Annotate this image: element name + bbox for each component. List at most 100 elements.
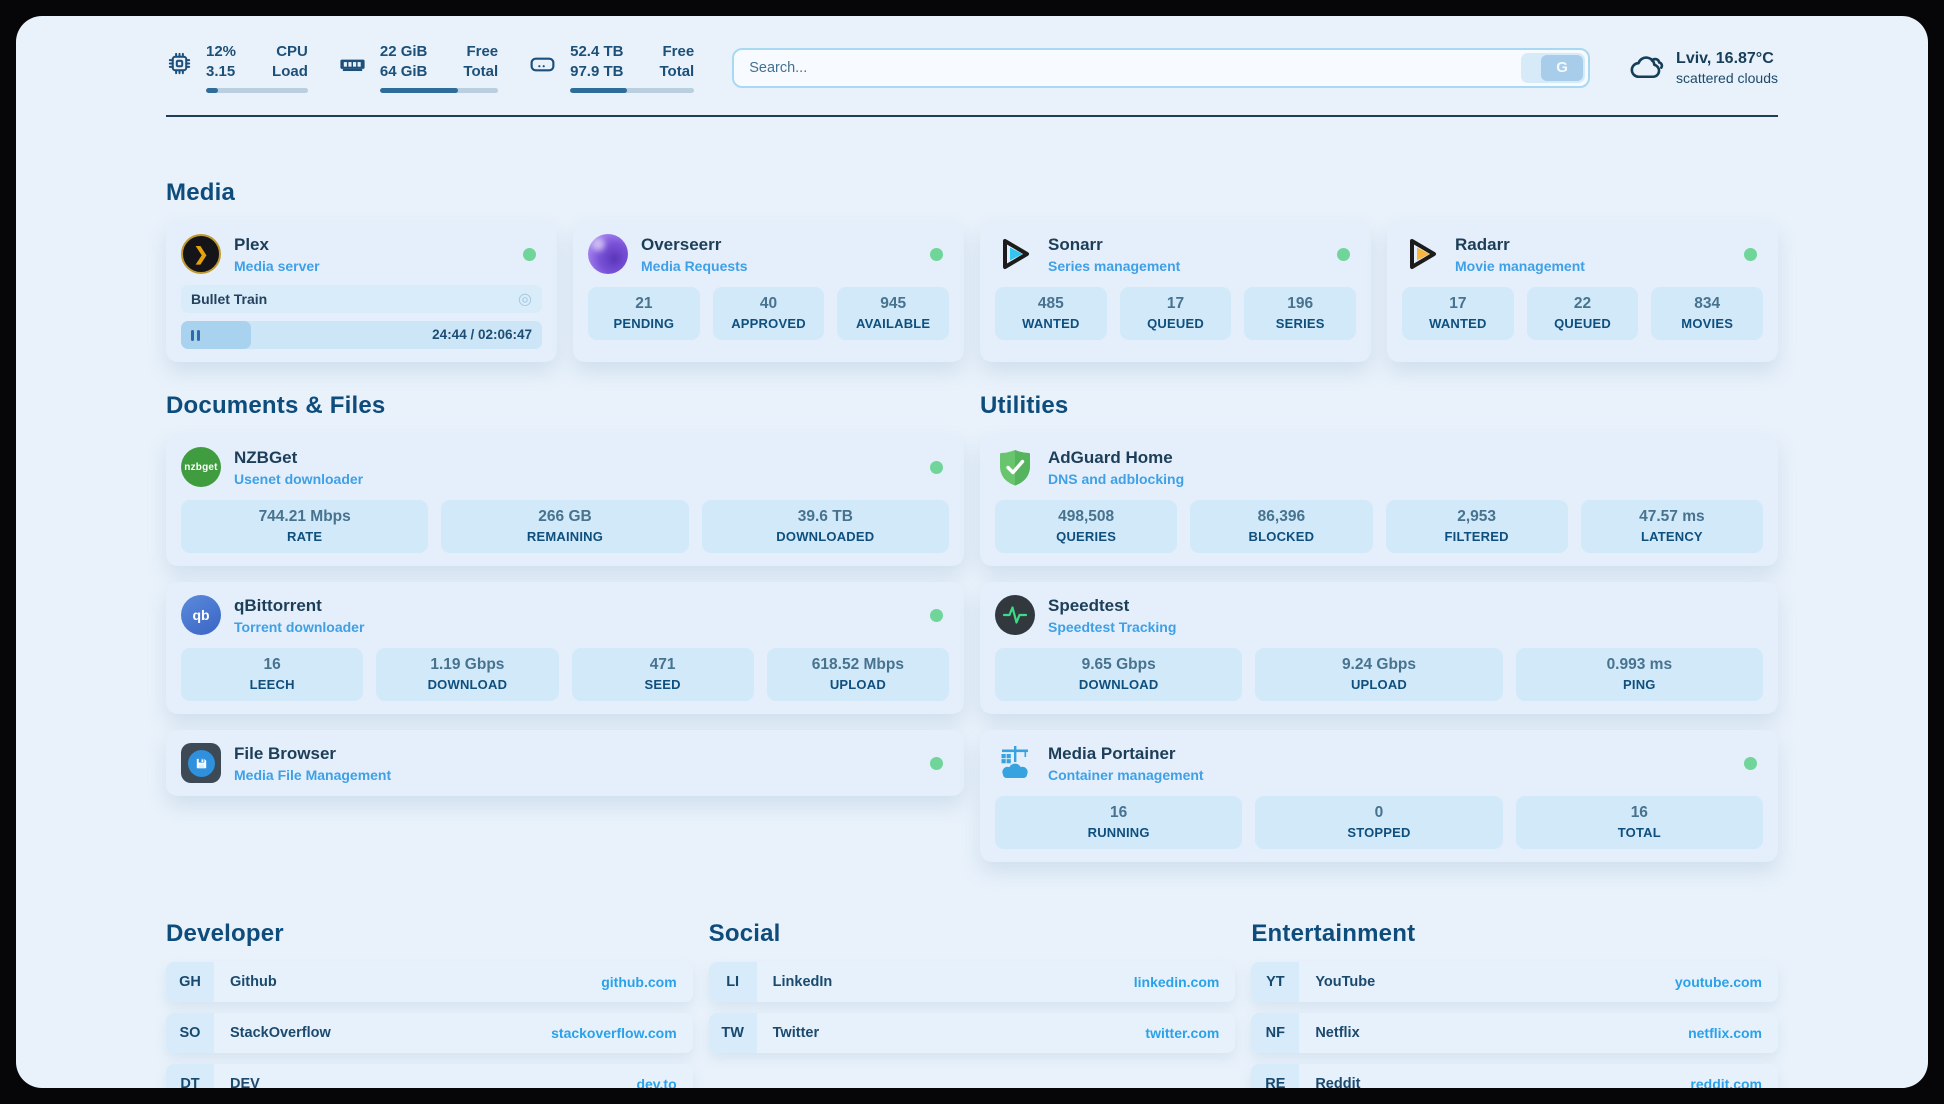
search-provider-button[interactable]: G: [1521, 53, 1585, 83]
service-card-plex[interactable]: ❯ Plex Media server Bullet Train ◎ 24:44…: [166, 221, 557, 362]
section-title-utilities: Utilities: [980, 392, 1778, 420]
section-title-social: Social: [709, 920, 1236, 948]
stat-chip: 16TOTAL: [1516, 796, 1763, 849]
status-dot: [523, 248, 536, 261]
memory-progress-fill: [380, 88, 458, 93]
stat-label: UPLOAD: [771, 677, 945, 692]
stat-value: 945: [841, 295, 945, 313]
service-subtitle: Speedtest Tracking: [1048, 619, 1176, 635]
stat-chip: 86,396BLOCKED: [1190, 500, 1372, 553]
stat-value: 196: [1248, 295, 1352, 313]
search-input[interactable]: [732, 48, 1590, 88]
plex-icon: ❯: [181, 234, 221, 274]
link-row-youtube[interactable]: YT YouTube youtube.com: [1251, 962, 1778, 1002]
stat-value: 22 GiB: [380, 42, 428, 62]
stat-chip: 471SEED: [572, 648, 754, 701]
stat-label: CPU: [272, 42, 308, 62]
service-title: File Browser: [234, 744, 391, 764]
stat-chip: 22QUEUED: [1527, 287, 1639, 340]
stat-value: 9.24 Gbps: [1259, 656, 1498, 674]
ram-icon: [338, 50, 367, 79]
top-bar: 12% CPU 3.15 Load 22 GiB: [166, 16, 1778, 93]
status-dot: [1744, 757, 1757, 770]
weather-location-temp: Lviv, 16.87°C: [1676, 50, 1778, 68]
stat-label: SERIES: [1248, 316, 1352, 331]
service-card-adguard[interactable]: AdGuard Home DNS and adblocking 498,508Q…: [980, 434, 1778, 566]
link-url: reddit.com: [1690, 1064, 1778, 1088]
stat-value: 86,396: [1194, 508, 1368, 526]
status-dot: [930, 609, 943, 622]
link-name: StackOverflow: [214, 1013, 331, 1053]
link-name: Github: [214, 962, 277, 1002]
now-playing-row: Bullet Train ◎: [181, 285, 542, 313]
qbittorrent-icon: qb: [181, 595, 221, 635]
service-card-portainer[interactable]: Media Portainer Container management 16R…: [980, 730, 1778, 862]
portainer-icon: [995, 743, 1035, 783]
stat-value: 12%: [206, 42, 236, 62]
link-row-reddit[interactable]: RE Reddit reddit.com: [1251, 1064, 1778, 1088]
stat-label: QUEUED: [1531, 316, 1635, 331]
service-card-qbittorrent[interactable]: qb qBittorrent Torrent downloader 16LEEC…: [166, 582, 964, 714]
service-card-overseerr[interactable]: Overseerr Media Requests 21PENDING 40APP…: [573, 221, 964, 362]
link-row-dev[interactable]: DT DEV dev.to: [166, 1064, 693, 1088]
service-subtitle: Media Requests: [641, 258, 748, 274]
link-tag: DT: [166, 1064, 214, 1088]
link-url: linkedin.com: [1134, 962, 1236, 1002]
nzbget-icon-label: nzbget: [184, 462, 217, 473]
service-card-speedtest[interactable]: Speedtest Speedtest Tracking 9.65 GbpsDO…: [980, 582, 1778, 714]
stat-label: APPROVED: [717, 316, 821, 331]
search-provider-label: G: [1541, 55, 1583, 81]
section-documents: Documents & Files nzbget NZBGet Usenet d…: [166, 392, 964, 796]
section-title-developer: Developer: [166, 920, 693, 948]
link-name: LinkedIn: [757, 962, 833, 1002]
link-row-github[interactable]: GH Github github.com: [166, 962, 693, 1002]
stat-label: Free: [659, 42, 694, 62]
stat-label: LATENCY: [1585, 529, 1759, 544]
stat-chip: 17WANTED: [1402, 287, 1514, 340]
stat-label: RATE: [185, 529, 424, 544]
stat-chip: 47.57 msLATENCY: [1581, 500, 1763, 553]
stat-label: STOPPED: [1259, 825, 1498, 840]
service-title: Overseerr: [641, 235, 748, 255]
link-row-twitter[interactable]: TW Twitter twitter.com: [709, 1013, 1236, 1053]
link-name: Twitter: [757, 1013, 819, 1053]
session-icon: ◎: [518, 289, 532, 309]
stat-chip: 744.21 MbpsRATE: [181, 500, 428, 553]
section-title-documents: Documents & Files: [166, 392, 964, 420]
link-row-netflix[interactable]: NF Netflix netflix.com: [1251, 1013, 1778, 1053]
stat-chip: 945AVAILABLE: [837, 287, 949, 340]
pause-icon: [191, 330, 194, 341]
section-developer: Developer GH Github github.com SO StackO…: [166, 920, 693, 1088]
service-card-nzbget[interactable]: nzbget NZBGet Usenet downloader 744.21 M…: [166, 434, 964, 566]
section-utilities: Utilities AdGuard Home: [980, 392, 1778, 862]
adguard-icon: [995, 447, 1035, 487]
link-url: twitter.com: [1145, 1013, 1235, 1053]
stat-value: 39.6 TB: [706, 508, 945, 526]
link-row-linkedin[interactable]: LI LinkedIn linkedin.com: [709, 962, 1236, 1002]
stat-value: 2,953: [1390, 508, 1564, 526]
link-row-stackoverflow[interactable]: SO StackOverflow stackoverflow.com: [166, 1013, 693, 1053]
stat-label: PING: [1520, 677, 1759, 692]
stat-value: 64 GiB: [380, 62, 428, 82]
stat-label: QUEUED: [1124, 316, 1228, 331]
stat-label: LEECH: [185, 677, 359, 692]
stat-value: 16: [1520, 804, 1759, 822]
stat-chip: 9.65 GbpsDOWNLOAD: [995, 648, 1242, 701]
stat-label: Total: [659, 62, 694, 82]
section-title-media: Media: [166, 179, 1778, 207]
stat-value: 9.65 Gbps: [999, 656, 1238, 674]
stat-chip: 266 GBREMAINING: [441, 500, 688, 553]
link-name: YouTube: [1299, 962, 1375, 1002]
service-card-sonarr[interactable]: Sonarr Series management 485WANTED 17QUE…: [980, 221, 1371, 362]
filebrowser-icon: [181, 743, 221, 783]
stat-chip: 17QUEUED: [1120, 287, 1232, 340]
nzbget-icon: nzbget: [181, 447, 221, 487]
link-tag: NF: [1251, 1013, 1299, 1053]
service-card-filebrowser[interactable]: File Browser Media File Management: [166, 730, 964, 796]
service-card-radarr[interactable]: Radarr Movie management 17WANTED 22QUEUE…: [1387, 221, 1778, 362]
stat-label: PENDING: [592, 316, 696, 331]
status-dot: [1744, 248, 1757, 261]
stat-chip: 40APPROVED: [713, 287, 825, 340]
overseerr-icon: [588, 234, 628, 274]
link-url: netflix.com: [1688, 1013, 1778, 1053]
